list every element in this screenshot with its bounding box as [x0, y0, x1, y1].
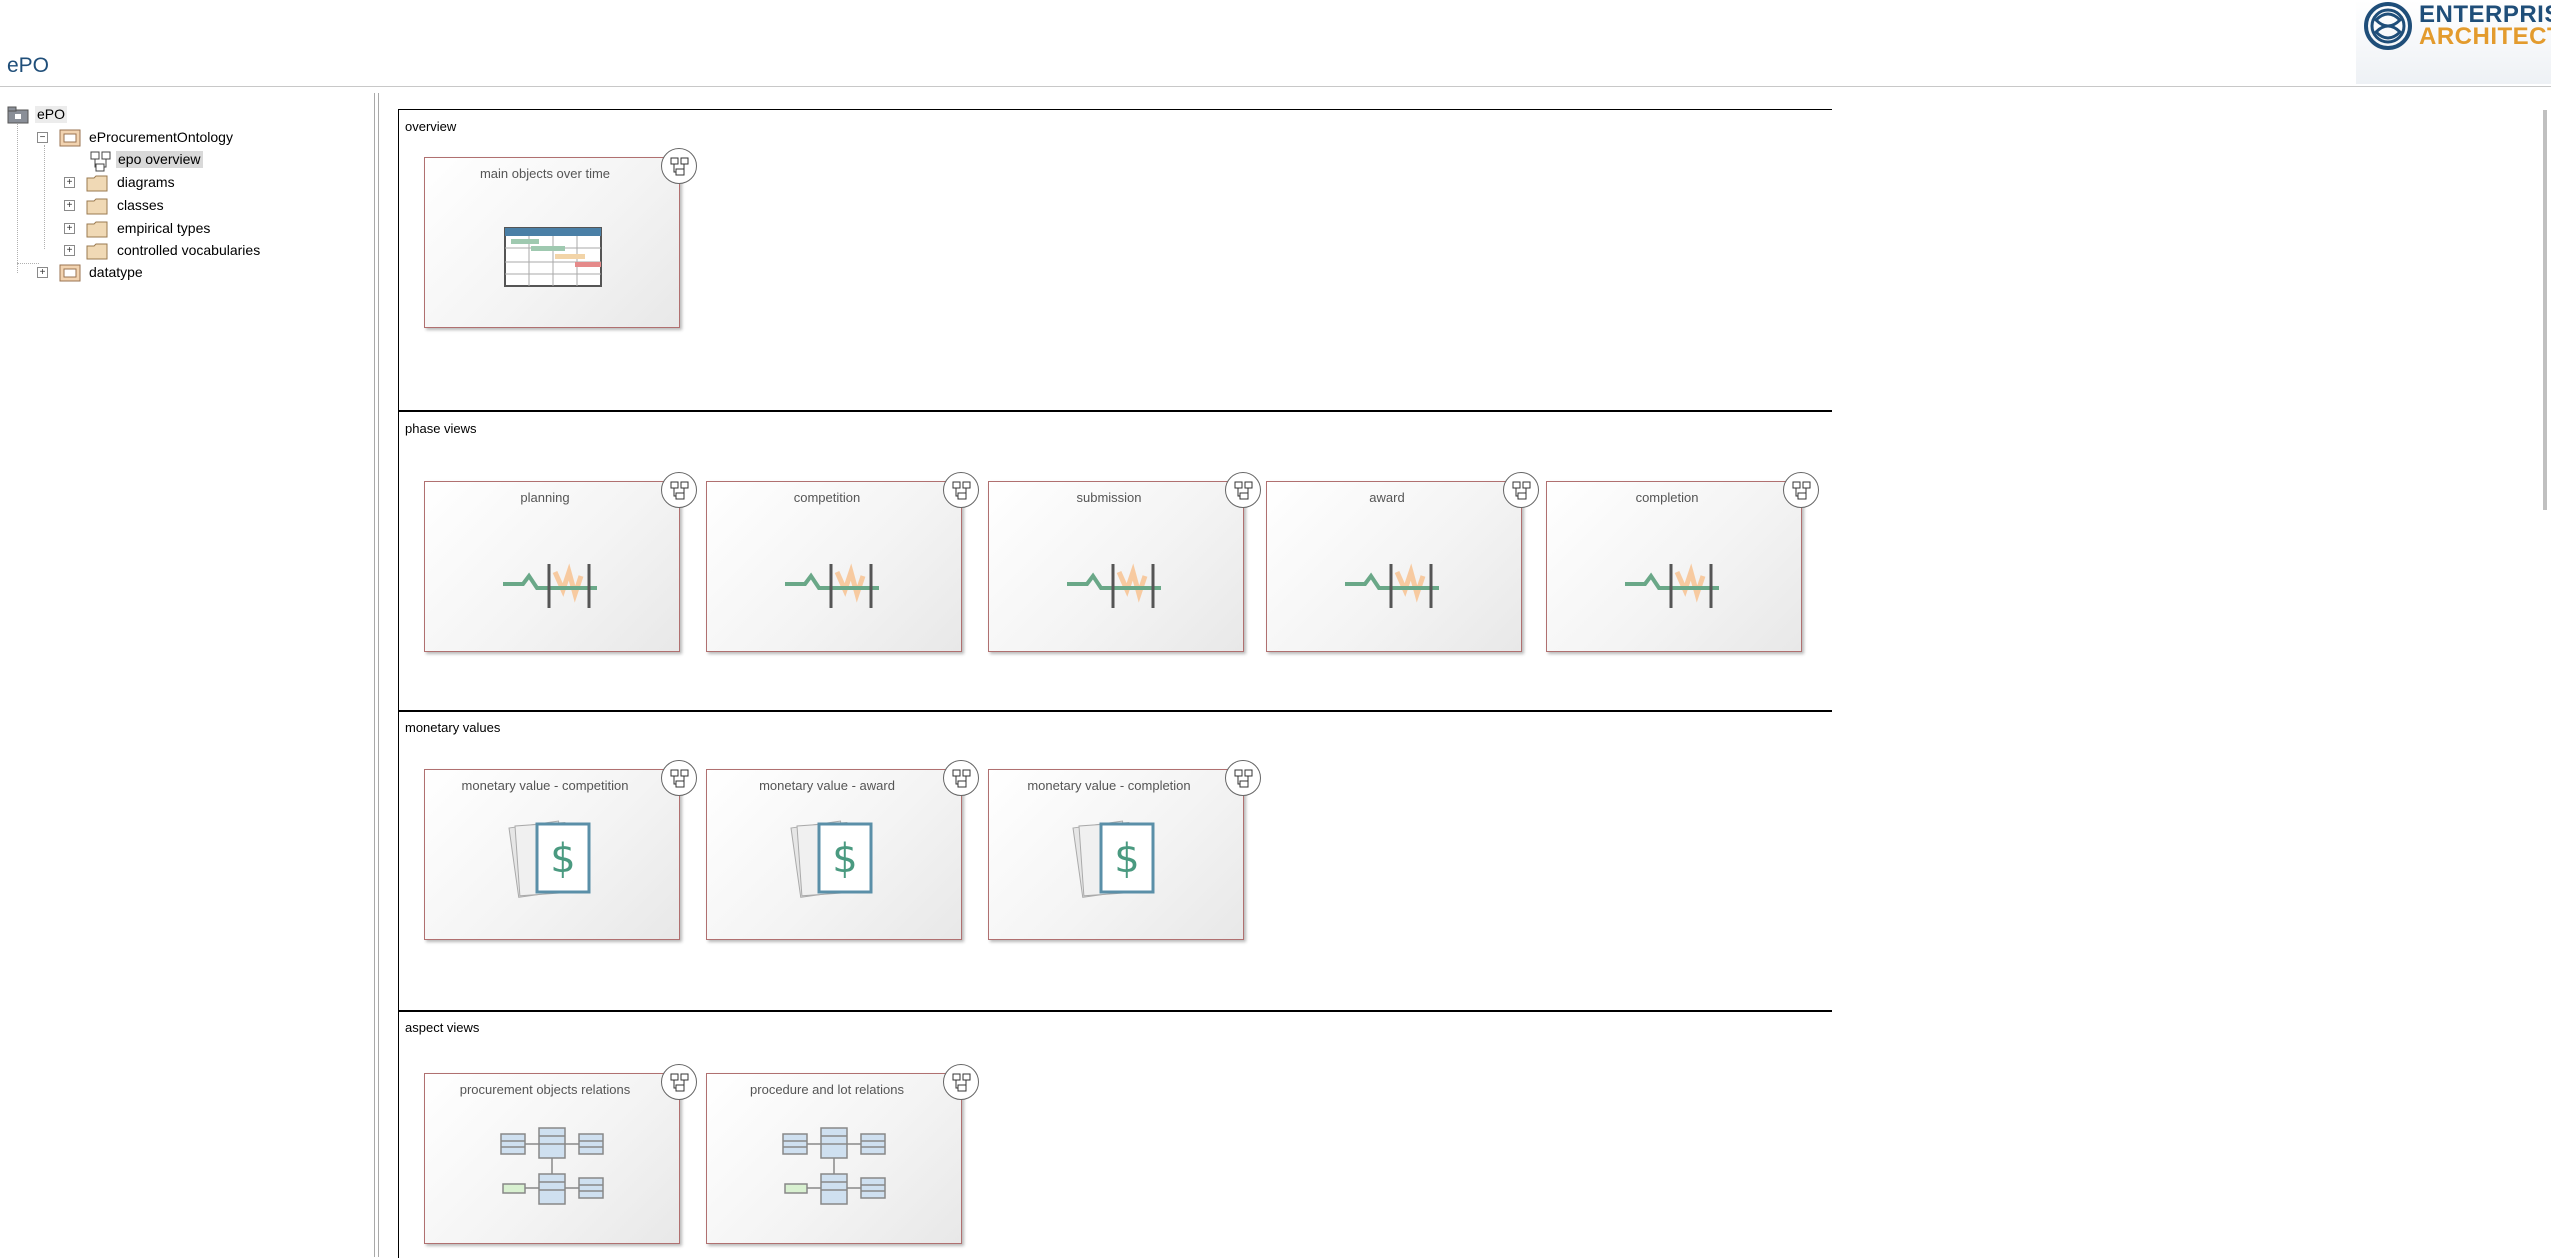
- diagram-link-icon[interactable]: [661, 148, 697, 184]
- section-header: phase views: [405, 421, 477, 436]
- tree-label-package: eProcurementOntology: [89, 129, 233, 145]
- diagram-link-icon[interactable]: [943, 760, 979, 796]
- diagram-card-award[interactable]: award: [1266, 472, 1539, 652]
- diagram-link-icon[interactable]: [943, 1064, 979, 1100]
- diagram-link-icon[interactable]: [1503, 472, 1539, 508]
- card-title: monetary value - completion: [1027, 778, 1191, 793]
- timeline-icon: [785, 563, 879, 608]
- dollar-documents-icon: $: [1072, 820, 1155, 898]
- card-title: monetary value - competition: [461, 778, 629, 793]
- card-title: planning: [520, 490, 570, 505]
- diagram-card-competition[interactable]: competition: [706, 472, 979, 652]
- tree-label-root: ePO: [35, 106, 68, 123]
- top-bar: ePO ENTERPRISE ARCHITECT: [0, 0, 2551, 86]
- diagram-link-icon[interactable]: [1783, 472, 1819, 508]
- tree-node-datatype[interactable]: + datatype: [37, 264, 187, 282]
- tree-node-folder-classes[interactable]: + classes: [64, 197, 264, 215]
- folder-icon: [86, 198, 108, 215]
- expand-icon[interactable]: +: [64, 223, 75, 234]
- section-header: aspect views: [405, 1020, 480, 1035]
- class-diagram-icon: [500, 1127, 604, 1205]
- tree-guide-line: [44, 145, 45, 249]
- diagram-card-monetary-value-competition[interactable]: monetary value - competition $: [424, 760, 697, 940]
- diagram-card-planning[interactable]: planning: [424, 472, 697, 652]
- dollar-documents-icon: $: [508, 820, 591, 898]
- dollar-documents-icon: $: [790, 820, 873, 898]
- folder-icon: [86, 221, 108, 238]
- card-title: award: [1369, 490, 1405, 505]
- card-title: main objects over time: [479, 166, 611, 181]
- tree-guide-line: [17, 263, 39, 264]
- card-title: competition: [793, 490, 861, 505]
- diagram-card-submission[interactable]: submission: [988, 472, 1261, 652]
- diagram-link-icon[interactable]: [943, 472, 979, 508]
- tree-label-datatype: datatype: [89, 264, 143, 280]
- section-header: overview: [405, 119, 457, 134]
- tree-guide-line: [17, 113, 18, 273]
- tree-node-folder-diagrams[interactable]: + diagrams: [64, 174, 264, 192]
- enterprise-architect-logo-icon: [2364, 2, 2412, 50]
- diagram-icon: [90, 151, 111, 172]
- folder-icon: [86, 175, 108, 192]
- tree-label-folder: diagrams: [117, 174, 175, 190]
- svg-text:$: $: [832, 836, 857, 882]
- gantt-chart-icon: [504, 227, 602, 287]
- diagram-card-procurement-objects-relations[interactable]: procurement objects relations: [424, 1064, 697, 1244]
- tree-node-folder-empirical-types[interactable]: + empirical types: [64, 220, 264, 238]
- package-icon: [59, 129, 81, 147]
- card-title: monetary value - award: [759, 778, 895, 793]
- card-title: procurement objects relations: [459, 1082, 631, 1097]
- diagram-link-icon[interactable]: [661, 760, 697, 796]
- svg-text:$: $: [550, 836, 575, 882]
- card-title: procedure and lot relations: [750, 1082, 904, 1097]
- diagram-link-icon[interactable]: [1225, 472, 1261, 508]
- page-title: ePO: [7, 54, 50, 77]
- tree-label-folder: controlled vocabularies: [117, 242, 261, 258]
- expand-icon[interactable]: +: [37, 267, 48, 278]
- expand-icon[interactable]: +: [64, 177, 75, 188]
- diagram-card-monetary-value-completion[interactable]: monetary value - completion $: [988, 760, 1261, 940]
- diagram-card-procedure-and-lot-relations[interactable]: procedure and lot relations: [706, 1064, 979, 1244]
- diagram-link-icon[interactable]: [661, 472, 697, 508]
- timeline-icon: [1345, 563, 1439, 608]
- enterprise-architect-logo: ENTERPRISE ARCHITECT: [2356, 0, 2551, 84]
- tree-label-folder: empirical types: [117, 220, 211, 236]
- collapse-icon[interactable]: −: [37, 132, 48, 143]
- diagram-link-icon[interactable]: [1225, 760, 1261, 796]
- tree-node-package[interactable]: − eProcurementOntology: [37, 129, 257, 147]
- expand-icon[interactable]: +: [64, 245, 75, 256]
- diagram-card-completion[interactable]: completion: [1546, 472, 1819, 652]
- card-title: completion: [1635, 490, 1699, 505]
- folder-icon: [86, 243, 108, 260]
- class-diagram-icon: [782, 1127, 886, 1205]
- diagram-link-icon[interactable]: [661, 1064, 697, 1100]
- logo-line-2: ARCHITECT: [2419, 23, 2551, 50]
- timeline-icon: [503, 563, 597, 608]
- tree-node-root[interactable]: ePO: [7, 106, 97, 124]
- expand-icon[interactable]: +: [64, 200, 75, 211]
- tree-label-folder: classes: [117, 197, 164, 213]
- tree-node-folder-controlled-vocabularies[interactable]: + controlled vocabularies: [64, 242, 304, 260]
- project-browser-panel: ePO − eProcurementOntology epo overview …: [0, 93, 375, 1257]
- diagram-card-main-objects-over-time[interactable]: main objects over time: [424, 148, 697, 328]
- header-divider: [0, 86, 2551, 87]
- timeline-icon: [1067, 563, 1161, 608]
- tree-node-epo-overview[interactable]: epo overview: [90, 151, 220, 172]
- package-icon: [59, 264, 81, 282]
- svg-text:$: $: [1114, 836, 1139, 882]
- section-header: monetary values: [405, 720, 501, 735]
- diagram-card-monetary-value-award[interactable]: monetary value - award $: [706, 760, 979, 940]
- card-title: submission: [1076, 490, 1142, 505]
- model-root-icon: [7, 106, 29, 124]
- tree-label-epo-overview: epo overview: [116, 151, 203, 168]
- timeline-icon: [1625, 563, 1719, 608]
- scrollbar-thumb[interactable]: [2543, 110, 2547, 510]
